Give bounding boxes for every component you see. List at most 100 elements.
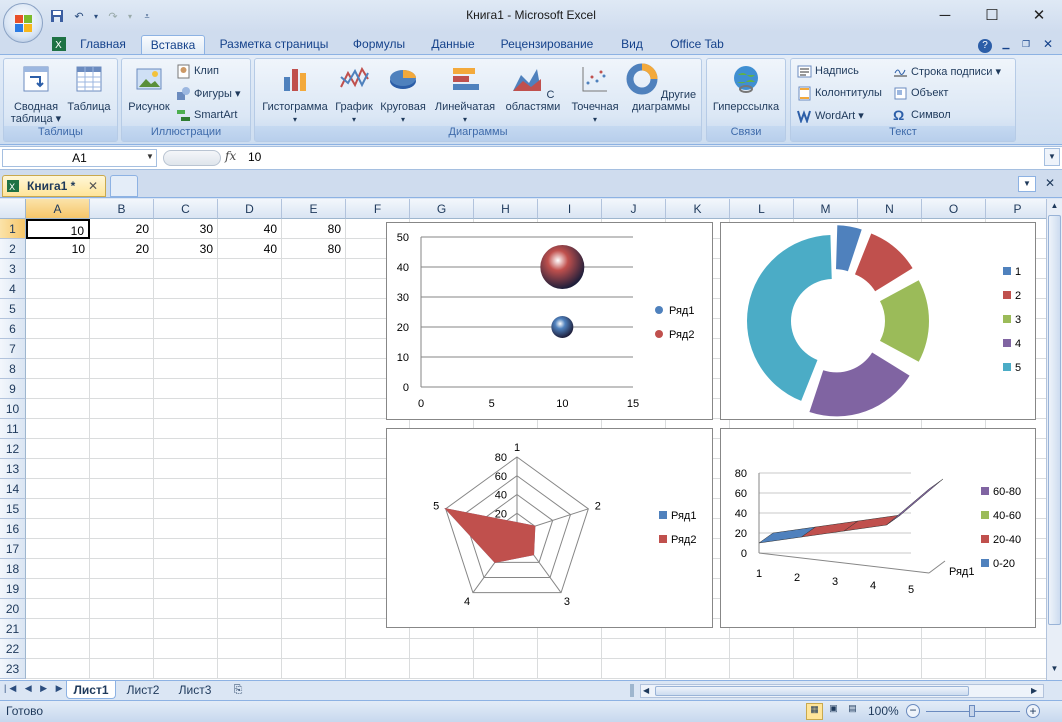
row-header-2[interactable]: 2 bbox=[0, 239, 26, 259]
bar-chart-button[interactable]: Линейчатая ▾ bbox=[430, 63, 500, 126]
cell-b5[interactable] bbox=[90, 299, 154, 319]
column-header-c[interactable]: C bbox=[154, 199, 218, 219]
picture-button[interactable]: Рисунок bbox=[124, 63, 174, 113]
cell-n23[interactable] bbox=[858, 659, 922, 679]
cell-b11[interactable] bbox=[90, 419, 154, 439]
cell-a12[interactable] bbox=[26, 439, 90, 459]
row-header-5[interactable]: 5 bbox=[0, 299, 26, 319]
tab-page-layout[interactable]: Разметка страницы bbox=[214, 35, 334, 54]
cell-j23[interactable] bbox=[602, 659, 666, 679]
cell-a15[interactable] bbox=[26, 499, 90, 519]
cell-e11[interactable] bbox=[282, 419, 346, 439]
cell-d14[interactable] bbox=[218, 479, 282, 499]
cell-a4[interactable] bbox=[26, 279, 90, 299]
pie-chart-button[interactable]: Круговая ▾ bbox=[377, 63, 429, 126]
cell-h23[interactable] bbox=[474, 659, 538, 679]
cell-a18[interactable] bbox=[26, 559, 90, 579]
cell-d10[interactable] bbox=[218, 399, 282, 419]
cell-d17[interactable] bbox=[218, 539, 282, 559]
cell-a22[interactable] bbox=[26, 639, 90, 659]
scroll-right-icon[interactable]: ▶ bbox=[1031, 686, 1037, 695]
cell-b6[interactable] bbox=[90, 319, 154, 339]
row-header-16[interactable]: 16 bbox=[0, 519, 26, 539]
textbox-button[interactable]: Надпись bbox=[797, 62, 859, 80]
column-header-o[interactable]: O bbox=[922, 199, 986, 219]
ribbon-minimize-icon[interactable]: ▁ bbox=[998, 35, 1014, 54]
cell-d5[interactable] bbox=[218, 299, 282, 319]
ribbon-close-icon[interactable]: ✕ bbox=[1040, 35, 1056, 54]
cell-a16[interactable] bbox=[26, 519, 90, 539]
cell-a11[interactable] bbox=[26, 419, 90, 439]
cell-c14[interactable] bbox=[154, 479, 218, 499]
cell-d11[interactable] bbox=[218, 419, 282, 439]
cell-b20[interactable] bbox=[90, 599, 154, 619]
cell-a21[interactable] bbox=[26, 619, 90, 639]
cell-k23[interactable] bbox=[666, 659, 730, 679]
cell-d3[interactable] bbox=[218, 259, 282, 279]
pivot-table-button[interactable]: Сводная таблица ▾ bbox=[8, 63, 64, 125]
cell-c9[interactable] bbox=[154, 379, 218, 399]
cell-b17[interactable] bbox=[90, 539, 154, 559]
area-chart-button[interactable]: С областями bbox=[505, 63, 561, 113]
cell-a23[interactable] bbox=[26, 659, 90, 679]
row-header-17[interactable]: 17 bbox=[0, 539, 26, 559]
cell-d4[interactable] bbox=[218, 279, 282, 299]
cell-c10[interactable] bbox=[154, 399, 218, 419]
row-header-3[interactable]: 3 bbox=[0, 259, 26, 279]
cell-d16[interactable] bbox=[218, 519, 282, 539]
excel-icon[interactable]: X bbox=[47, 35, 71, 54]
vertical-scroll-thumb[interactable] bbox=[1048, 215, 1061, 625]
cell-n22[interactable] bbox=[858, 639, 922, 659]
tab-split-handle[interactable] bbox=[630, 684, 634, 697]
zoom-in-icon[interactable]: + bbox=[1026, 704, 1040, 718]
cell-c18[interactable] bbox=[154, 559, 218, 579]
shapes-button[interactable]: Фигуры ▾ bbox=[176, 84, 241, 102]
cell-e3[interactable] bbox=[282, 259, 346, 279]
cell-a19[interactable] bbox=[26, 579, 90, 599]
cell-c3[interactable] bbox=[154, 259, 218, 279]
cell-a17[interactable] bbox=[26, 539, 90, 559]
horizontal-scroll-thumb[interactable] bbox=[655, 686, 969, 696]
tab-office-tab[interactable]: Office Tab bbox=[662, 35, 732, 54]
cell-e1[interactable]: 80 bbox=[282, 219, 346, 239]
cell-c11[interactable] bbox=[154, 419, 218, 439]
column-header-p[interactable]: P bbox=[986, 199, 1046, 219]
cell-b8[interactable] bbox=[90, 359, 154, 379]
cell-b22[interactable] bbox=[90, 639, 154, 659]
cell-c8[interactable] bbox=[154, 359, 218, 379]
column-header-e[interactable]: E bbox=[282, 199, 346, 219]
row-header-19[interactable]: 19 bbox=[0, 579, 26, 599]
cell-b1[interactable]: 20 bbox=[90, 219, 154, 239]
cell-a20[interactable] bbox=[26, 599, 90, 619]
row-header-14[interactable]: 14 bbox=[0, 479, 26, 499]
cell-f23[interactable] bbox=[346, 659, 410, 679]
cell-b18[interactable] bbox=[90, 559, 154, 579]
cell-b10[interactable] bbox=[90, 399, 154, 419]
cell-d12[interactable] bbox=[218, 439, 282, 459]
page-layout-view-icon[interactable]: ▣ bbox=[825, 703, 842, 720]
row-header-20[interactable]: 20 bbox=[0, 599, 26, 619]
tab-insert[interactable]: Вставка bbox=[141, 35, 205, 54]
cell-c20[interactable] bbox=[154, 599, 218, 619]
cell-e22[interactable] bbox=[282, 639, 346, 659]
cell-e12[interactable] bbox=[282, 439, 346, 459]
cell-b9[interactable] bbox=[90, 379, 154, 399]
cell-d15[interactable] bbox=[218, 499, 282, 519]
column-header-m[interactable]: M bbox=[794, 199, 858, 219]
cell-e15[interactable] bbox=[282, 499, 346, 519]
row-header-8[interactable]: 8 bbox=[0, 359, 26, 379]
cell-o22[interactable] bbox=[922, 639, 986, 659]
scroll-up-icon[interactable]: ▲ bbox=[1049, 201, 1060, 213]
cell-e18[interactable] bbox=[282, 559, 346, 579]
cell-d6[interactable] bbox=[218, 319, 282, 339]
row-header-1[interactable]: 1 bbox=[0, 219, 26, 239]
close-window-icon[interactable]: ✕ bbox=[1041, 176, 1059, 192]
bubble-chart[interactable]: 0 10 20 30 40 50 0 5 10 15 Ряд1 Ряд2 bbox=[386, 222, 713, 420]
cell-c15[interactable] bbox=[154, 499, 218, 519]
cell-h22[interactable] bbox=[474, 639, 538, 659]
column-header-h[interactable]: H bbox=[474, 199, 538, 219]
cell-c19[interactable] bbox=[154, 579, 218, 599]
cell-d13[interactable] bbox=[218, 459, 282, 479]
cell-a9[interactable] bbox=[26, 379, 90, 399]
cell-a1[interactable]: 10 bbox=[26, 219, 90, 239]
